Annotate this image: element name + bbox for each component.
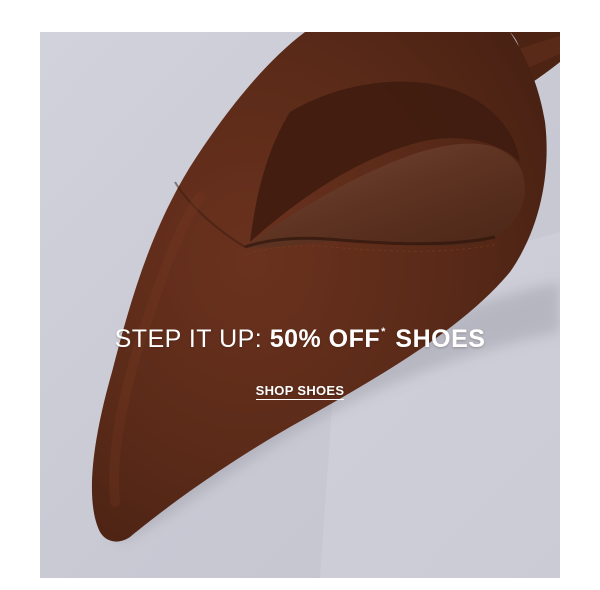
footnote-asterisk: * [381, 326, 386, 338]
shoe-product-image[interactable] [40, 32, 560, 578]
headline-discount: 50% OFF [269, 325, 381, 353]
email-page: STEP IT UP: 50% OFF* SHOES SHOP SHOES [0, 0, 600, 590]
promo-hero-banner[interactable]: STEP IT UP: 50% OFF* SHOES SHOP SHOES [40, 32, 560, 578]
headline-category: SHOES [387, 325, 486, 353]
promo-headline: STEP IT UP: 50% OFF* SHOES [40, 325, 560, 354]
headline-text: STEP IT UP: [114, 325, 270, 353]
shop-shoes-link[interactable]: SHOP SHOES [255, 383, 345, 400]
cta-container: SHOP SHOES [40, 382, 560, 400]
